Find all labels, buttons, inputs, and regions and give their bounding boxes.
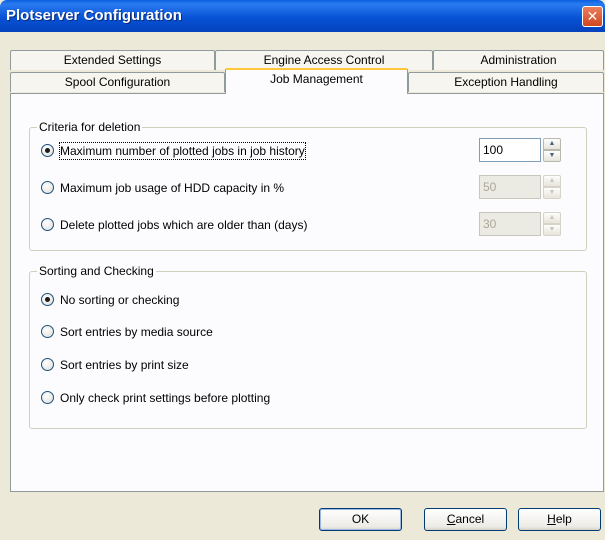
radio-button[interactable]	[41, 358, 54, 371]
spin-down-arrow-icon[interactable]: ▼	[543, 150, 561, 162]
close-icon: ✕	[586, 8, 599, 24]
tab-label: Job Management	[270, 72, 363, 86]
tab-label: Exception Handling	[454, 75, 558, 89]
close-button[interactable]: ✕	[582, 6, 603, 27]
help-button-label: Help	[547, 512, 572, 526]
spin-down-arrow-icon[interactable]: ▼	[543, 187, 561, 199]
spin-up-arrow-icon[interactable]: ▲	[543, 212, 561, 224]
tab-job-management[interactable]: Job Management	[225, 68, 408, 94]
tab-extended-settings[interactable]: Extended Settings	[10, 50, 215, 70]
radio-button[interactable]	[41, 325, 54, 338]
tab-label: Engine Access Control	[263, 53, 385, 67]
tab-engine-access-control[interactable]: Engine Access Control	[215, 50, 433, 70]
spin-up-arrow-icon[interactable]: ▲	[543, 138, 561, 150]
radio-max-jobs[interactable]: Maximum number of plotted jobs in job hi…	[41, 142, 461, 160]
tab-spool-configuration[interactable]: Spool Configuration	[10, 72, 225, 92]
radio-label: Maximum number of plotted jobs in job hi…	[59, 142, 306, 160]
radio-sort-media-source[interactable]: Sort entries by media source	[41, 324, 441, 340]
radio-button[interactable]	[41, 293, 54, 306]
window-title: Plotserver Configuration	[6, 7, 182, 24]
tab-exception-handling[interactable]: Exception Handling	[408, 72, 604, 92]
ok-button[interactable]: OK	[319, 508, 402, 531]
radio-button[interactable]	[41, 144, 54, 157]
tab-label: Administration	[480, 53, 557, 67]
spin-down-arrow-icon[interactable]: ▼	[543, 224, 561, 236]
tab-label: Extended Settings	[63, 53, 162, 67]
tab-label: Spool Configuration	[64, 75, 171, 89]
radio-button[interactable]	[41, 218, 54, 231]
tab-panel-job-management: Criteria for deletion Maximum number of …	[10, 93, 604, 492]
older-than-days-input[interactable]: 30	[479, 212, 541, 236]
radio-label: Sort entries by print size	[60, 358, 189, 372]
criteria-group: Criteria for deletion Maximum number of …	[29, 120, 587, 251]
spin-up-arrow-icon[interactable]: ▲	[543, 175, 561, 187]
tab-administration[interactable]: Administration	[433, 50, 604, 70]
max-jobs-input[interactable]: 100	[479, 138, 541, 162]
help-button[interactable]: Help	[518, 508, 601, 531]
hdd-capacity-input[interactable]: 50	[479, 175, 541, 199]
radio-sort-print-size[interactable]: Sort entries by print size	[41, 357, 441, 373]
cancel-button[interactable]: Cancel	[424, 508, 507, 531]
radio-label: Maximum job usage of HDD capacity in %	[60, 181, 285, 195]
ok-button-label: OK	[351, 512, 370, 526]
title-bar: Plotserver Configuration ✕	[0, 0, 605, 32]
sorting-group: Sorting and Checking No sorting or check…	[29, 264, 587, 429]
radio-no-sorting[interactable]: No sorting or checking	[41, 292, 441, 308]
radio-button[interactable]	[41, 181, 54, 194]
radio-hdd-capacity[interactable]: Maximum job usage of HDD capacity in %	[41, 180, 461, 196]
hdd-capacity-spinner[interactable]: 50 ▲ ▼	[479, 175, 563, 199]
radio-label: No sorting or checking	[60, 293, 180, 307]
radio-label: Only check print settings before plottin…	[60, 391, 271, 405]
older-than-days-spinner[interactable]: 30 ▲ ▼	[479, 212, 563, 236]
sorting-group-legend: Sorting and Checking	[37, 264, 156, 278]
max-jobs-spinner[interactable]: 100 ▲ ▼	[479, 138, 563, 162]
radio-older-than-days[interactable]: Delete plotted jobs which are older than…	[41, 217, 461, 233]
radio-button[interactable]	[41, 391, 54, 404]
radio-label: Sort entries by media source	[60, 325, 213, 339]
cancel-button-label: Cancel	[446, 512, 485, 526]
criteria-group-legend: Criteria for deletion	[37, 120, 143, 134]
radio-check-print-settings[interactable]: Only check print settings before plottin…	[41, 390, 441, 406]
radio-label: Delete plotted jobs which are older than…	[60, 218, 308, 232]
